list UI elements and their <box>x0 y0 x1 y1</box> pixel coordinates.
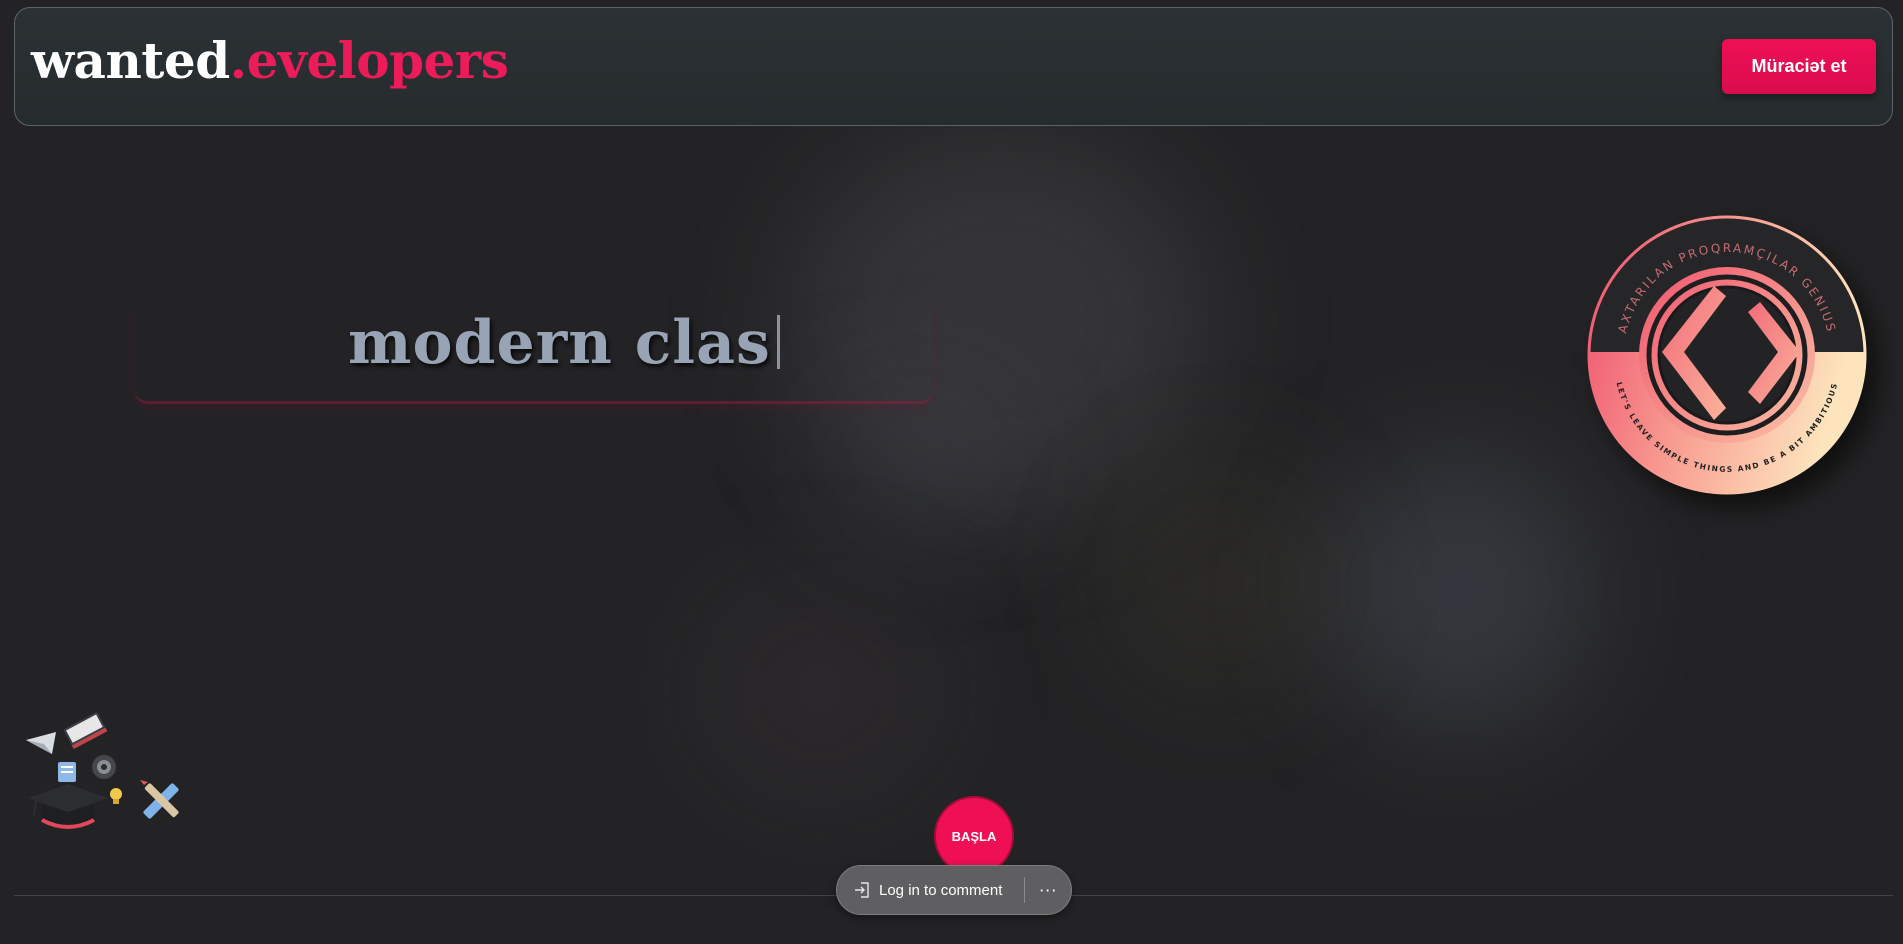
background-blob <box>820 380 1020 540</box>
start-button[interactable]: BAŞLA <box>934 796 1014 876</box>
more-options-button[interactable]: ··· <box>1025 866 1071 914</box>
more-icon: ··· <box>1039 880 1058 900</box>
login-icon <box>855 882 869 898</box>
site-logo[interactable]: wanted.evelopers <box>31 36 509 86</box>
site-header: wanted.evelopers Müraciət et <box>14 7 1893 126</box>
education-illustration <box>26 712 179 829</box>
genius-badge: AXTARILAN PROQRAMÇILAR GENIUS LET'S LEAV… <box>1587 215 1867 495</box>
globe-icon <box>92 755 116 779</box>
graduation-cap-icon <box>28 784 108 829</box>
typing-container: modern clas <box>134 298 934 404</box>
comment-bar: Log in to comment ··· <box>836 865 1072 915</box>
typing-text: modern clas <box>348 308 771 378</box>
typing-caret <box>776 315 780 369</box>
paper-plane-icon <box>26 732 56 754</box>
background-blob <box>1110 470 1330 690</box>
apply-button[interactable]: Müraciət et <box>1722 39 1876 94</box>
login-to-comment-button[interactable]: Log in to comment <box>837 877 1026 903</box>
logo-accent-text: .evelopers <box>229 31 509 90</box>
background-blob <box>700 580 940 800</box>
background-blob <box>1330 450 1590 730</box>
page: wanted.evelopers Müraciət et modern clas <box>0 0 1903 944</box>
light-bulb-icon <box>110 788 122 804</box>
notepad-icon <box>58 762 76 782</box>
book-icon <box>64 712 108 750</box>
login-to-comment-label: Log in to comment <box>879 881 1003 899</box>
logo-primary-text: wanted <box>31 31 230 90</box>
pencil-ruler-icon <box>140 780 179 819</box>
typing-text-line: modern clas <box>348 308 780 378</box>
